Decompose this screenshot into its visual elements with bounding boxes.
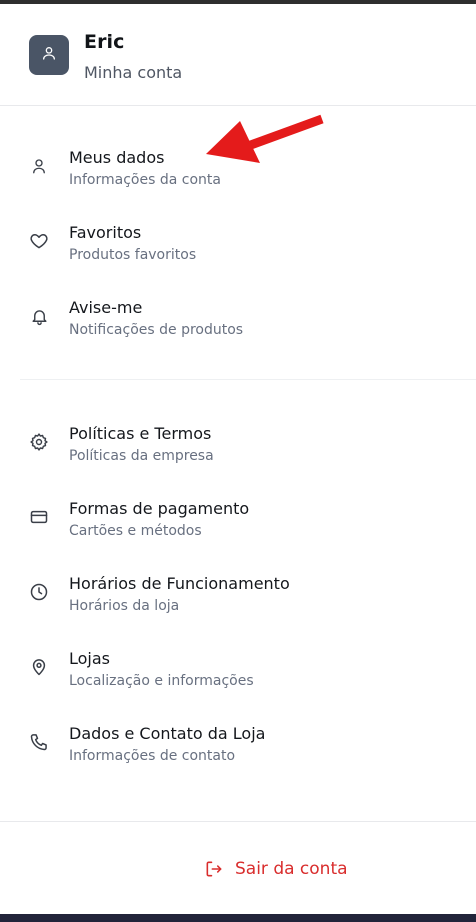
menu-item-subtitle: Notificações de produtos bbox=[69, 322, 244, 338]
menu-item-title: Horários de Funcionamento bbox=[69, 574, 290, 593]
menu-item-avise-me[interactable]: Avise-me Notificações de produtos bbox=[0, 297, 476, 357]
menu-item-subtitle: Informações da conta bbox=[69, 172, 221, 188]
avatar bbox=[29, 35, 69, 75]
gear-icon bbox=[28, 431, 50, 453]
menu-item-subtitle: Políticas da empresa bbox=[69, 448, 214, 464]
menu-item-title: Favoritos bbox=[69, 223, 142, 242]
profile-name: Eric bbox=[84, 31, 125, 53]
menu-item-dados-contato[interactable]: Dados e Contato da Loja Informações de c… bbox=[0, 723, 476, 783]
map-pin-icon bbox=[28, 656, 50, 678]
logout-icon bbox=[204, 859, 224, 879]
menu-item-title: Formas de pagamento bbox=[69, 499, 250, 518]
logout-label: Sair da conta bbox=[235, 859, 348, 879]
menu-item-subtitle: Localização e informações bbox=[69, 673, 254, 689]
user-icon bbox=[41, 45, 57, 65]
menu-item-subtitle: Horários da loja bbox=[69, 598, 180, 614]
profile-header[interactable]: Eric Minha conta bbox=[0, 4, 476, 106]
annotation-arrow-icon bbox=[200, 112, 330, 176]
menu-item-politicas-termos[interactable]: Políticas e Termos Políticas da empresa bbox=[0, 423, 476, 483]
menu-item-lojas[interactable]: Lojas Localização e informações bbox=[0, 648, 476, 708]
bell-icon bbox=[28, 305, 50, 327]
menu-item-subtitle: Informações de contato bbox=[69, 748, 236, 764]
menu-item-title: Dados e Contato da Loja bbox=[69, 724, 266, 743]
heart-icon bbox=[28, 230, 50, 252]
menu-item-subtitle: Cartões e métodos bbox=[69, 523, 202, 539]
menu-item-horarios[interactable]: Horários de Funcionamento Horários da lo… bbox=[0, 573, 476, 633]
user-icon bbox=[28, 155, 50, 177]
menu-item-title: Lojas bbox=[69, 649, 111, 668]
footer-divider bbox=[0, 821, 476, 822]
logout-button[interactable]: Sair da conta bbox=[204, 857, 348, 881]
menu-item-favoritos[interactable]: Favoritos Produtos favoritos bbox=[0, 222, 476, 282]
menu-item-title: Políticas e Termos bbox=[69, 424, 212, 443]
clock-icon bbox=[28, 581, 50, 603]
menu-item-subtitle: Produtos favoritos bbox=[69, 247, 197, 263]
menu-item-title: Meus dados bbox=[69, 148, 165, 167]
phone-icon bbox=[28, 731, 50, 753]
menu-item-title: Avise-me bbox=[69, 298, 143, 317]
profile-subtitle: Minha conta bbox=[84, 63, 183, 82]
menu-item-formas-pagamento[interactable]: Formas de pagamento Cartões e métodos bbox=[0, 498, 476, 558]
section-divider bbox=[20, 379, 476, 380]
window-bottom-bar bbox=[0, 914, 476, 922]
credit-card-icon bbox=[28, 506, 50, 528]
